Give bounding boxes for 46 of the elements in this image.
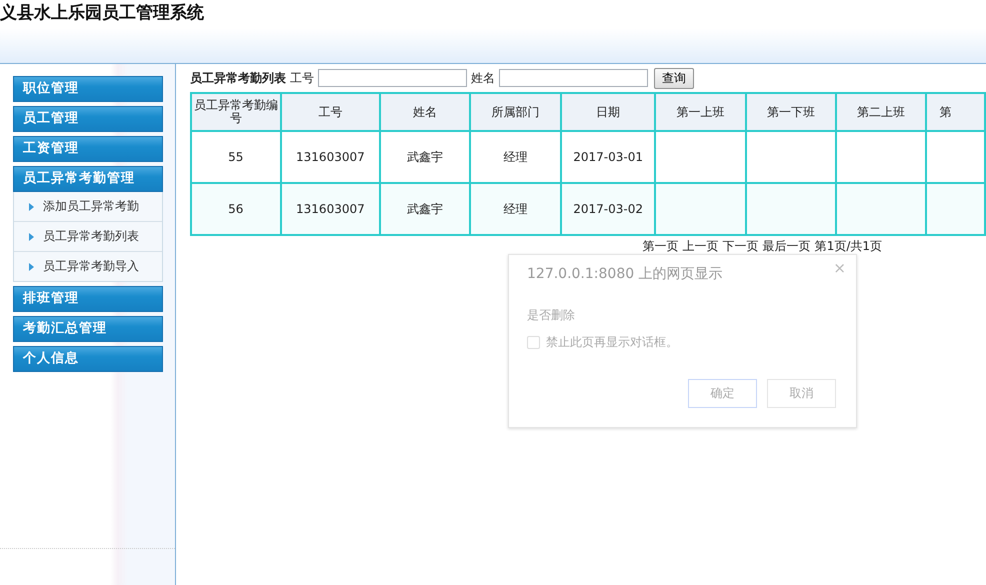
column-header: 日期: [560, 93, 656, 131]
pagination-link[interactable]: 上一页: [682, 238, 719, 255]
menu-header[interactable]: 工资管理: [13, 136, 163, 162]
column-header: 第一下班: [746, 93, 836, 131]
input-field[interactable]: [499, 69, 648, 87]
triangle-icon: [29, 262, 34, 270]
menu-header[interactable]: 员工管理: [13, 106, 163, 132]
column-header: 第: [926, 93, 985, 131]
confirm-button[interactable]: 确定: [688, 379, 757, 408]
close-icon[interactable]: ×: [833, 259, 846, 277]
submenu-item[interactable]: 员工异常考勤导入: [14, 252, 162, 281]
checkbox[interactable]: [527, 336, 540, 349]
dialog-message: 是否删除: [527, 307, 576, 324]
pagination-link[interactable]: 最后一页: [762, 238, 811, 255]
column-header: 第二上班: [836, 93, 926, 131]
column-header: 工号: [280, 93, 380, 131]
submenu-item[interactable]: 添加员工异常考勤: [14, 192, 162, 222]
submenu-item[interactable]: 员工异常考勤列表: [14, 222, 162, 252]
triangle-icon: [29, 232, 34, 240]
dialog-title: 127.0.0.1:8080 上的网页显示: [527, 265, 724, 283]
field-label: 工号: [290, 70, 314, 86]
table-cell: 131603007: [280, 183, 380, 235]
column-header: 员工异常考勤编号: [191, 93, 281, 131]
column-header: 姓名: [380, 93, 470, 131]
pagination-link[interactable]: 第一页: [642, 238, 679, 255]
menu-header[interactable]: 员工异常考勤管理: [13, 166, 163, 192]
column-header: 第一上班: [655, 93, 746, 131]
menu-header[interactable]: 排班管理: [13, 286, 163, 312]
menu-header[interactable]: 个人信息: [13, 346, 163, 372]
pagination-link[interactable]: 下一页: [722, 238, 759, 255]
checkbox-label: 禁止此页再显示对话框。: [546, 334, 678, 351]
triangle-icon: [29, 202, 34, 210]
menu-header[interactable]: 职位管理: [13, 76, 163, 102]
app-title: 义县水上乐园员工管理系统: [0, 2, 205, 25]
menu-header[interactable]: 考勤汇总管理: [13, 316, 163, 342]
cancel-button[interactable]: 取消: [767, 379, 836, 408]
column-header: 所属部门: [470, 93, 561, 131]
table-cell: 武鑫宇: [380, 183, 470, 235]
table-cell: 56: [191, 183, 281, 235]
table-cell: 2017-03-02: [560, 183, 656, 235]
table-cell: 经理: [470, 183, 561, 235]
field-label: 姓名: [471, 70, 495, 86]
search-button[interactable]: 查询: [654, 68, 694, 88]
input-field[interactable]: [318, 69, 467, 87]
pagination-link[interactable]: 第1页/共1页: [814, 238, 882, 255]
list-title: 员工异常考勤列表: [190, 70, 286, 86]
